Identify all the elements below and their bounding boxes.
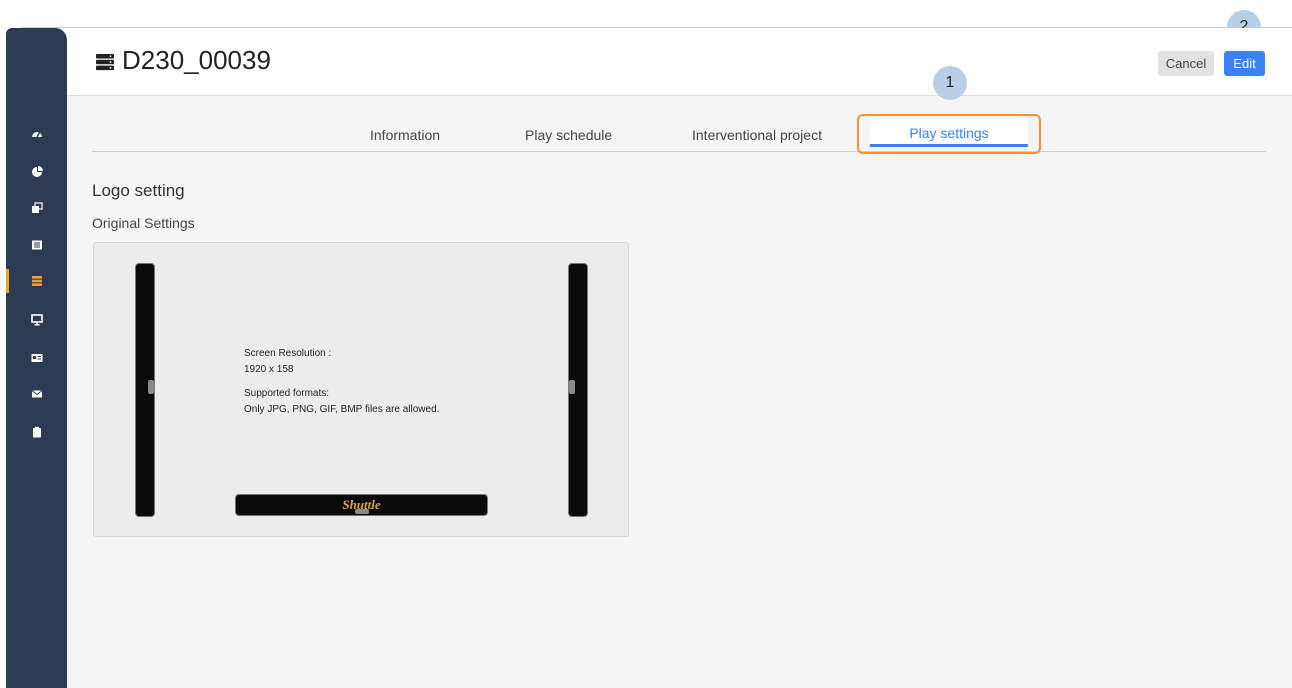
sidebar-item-programs[interactable]	[6, 233, 67, 257]
sidebar-item-messages[interactable]	[6, 382, 67, 406]
tab-bar: Information Play schedule Interventional…	[92, 119, 1266, 152]
formats-label: Supported formats:	[244, 388, 330, 399]
bottom-logo-bar: Shuttle	[235, 494, 488, 516]
tab-play-schedule[interactable]: Play schedule	[525, 127, 612, 143]
page-header: D230_00039 Cancel Edit	[67, 28, 1292, 96]
formats-value: Only JPG, PNG, GIF, BMP files are allowe…	[244, 404, 440, 415]
page-title: D230_00039	[122, 45, 271, 75]
left-logo-bar	[135, 263, 155, 517]
section-title: Logo setting	[92, 181, 185, 200]
sidebar-item-devices[interactable]	[6, 269, 67, 293]
id-card-icon	[31, 354, 42, 362]
monitor-icon	[30, 314, 43, 326]
images-icon	[31, 202, 43, 213]
sidebar-item-media[interactable]	[6, 196, 67, 220]
cancel-button[interactable]: Cancel	[1158, 51, 1214, 76]
tab-information[interactable]: Information	[370, 127, 440, 143]
list-icon	[31, 240, 42, 250]
sidebar	[6, 28, 67, 688]
sidebar-item-reports[interactable]	[6, 420, 67, 444]
mail-icon	[31, 390, 42, 398]
sidebar-item-dashboard[interactable]	[6, 122, 67, 146]
logo-preview: Shuttle Screen Resolution : 1920 x 158 S…	[93, 242, 629, 537]
right-bar-handle[interactable]	[569, 380, 575, 394]
left-bar-handle[interactable]	[148, 380, 154, 394]
bottom-bar-handle[interactable]	[355, 509, 369, 514]
edit-button[interactable]: Edit	[1224, 51, 1265, 76]
sidebar-item-displays[interactable]	[6, 308, 67, 332]
pie-chart-icon	[31, 166, 43, 177]
logo-info: Screen Resolution : 1920 x 158 Supported…	[244, 346, 439, 418]
annotation-step-1: 1	[933, 66, 967, 100]
server-icon	[31, 276, 42, 286]
sidebar-item-statistics[interactable]	[6, 160, 67, 184]
annotation-highlight	[857, 114, 1041, 154]
subsection-title: Original Settings	[92, 215, 195, 231]
app-window: D230_00039 Cancel Edit Information Play …	[6, 28, 1292, 688]
tab-interventional-project[interactable]: Interventional project	[692, 127, 822, 143]
clipboard-icon	[32, 426, 41, 438]
sidebar-item-accounts[interactable]	[6, 346, 67, 370]
resolution-label: Screen Resolution :	[244, 348, 332, 359]
server-icon	[96, 54, 114, 71]
right-logo-bar	[568, 263, 588, 517]
resolution-value: 1920 x 158	[244, 364, 294, 375]
dashboard-icon	[31, 132, 42, 138]
main-content: D230_00039 Cancel Edit Information Play …	[67, 28, 1292, 688]
